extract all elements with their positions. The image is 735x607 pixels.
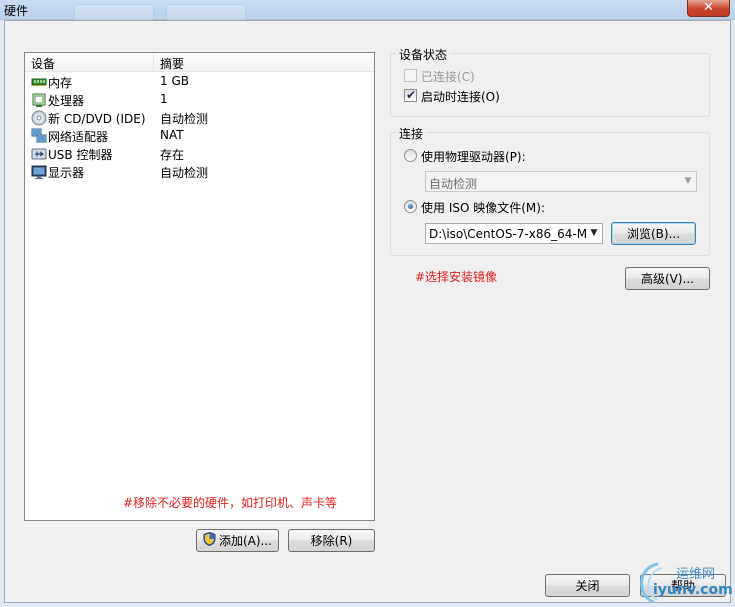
radio-selected-dot <box>408 204 413 209</box>
device-name: 显示器 <box>48 166 85 180</box>
device-list-header: 设备 摘要 <box>25 53 374 72</box>
uac-shield-icon <box>203 531 216 549</box>
title-bar: 硬件 ✕ <box>0 0 735 20</box>
device-name: 新 CD/DVD (IDE) <box>48 112 146 126</box>
device-summary: 1 GB <box>160 74 189 88</box>
background-tab <box>166 4 246 20</box>
device-row-memory[interactable]: 内存 1 GB <box>25 73 374 91</box>
physical-drive-value: 自动检测 <box>429 177 478 191</box>
connected-label: 已连接(C) <box>421 70 475 84</box>
column-divider[interactable] <box>153 53 154 72</box>
physical-drive-radio[interactable] <box>404 149 417 162</box>
device-name: 内存 <box>48 76 73 90</box>
device-list[interactable]: 设备 摘要 内存 1 GB 处理器 1 新 CD/DVD (IDE) 自动检测 … <box>24 52 375 521</box>
device-row-usb-controller[interactable]: USB 控制器 存在 <box>25 145 374 163</box>
add-hardware-button[interactable]: 添加(A)... <box>196 529 279 552</box>
checkmark-icon: ✔ <box>406 88 417 102</box>
add-hardware-label: 添加(A)... <box>218 534 273 548</box>
iso-image-label: 使用 ISO 映像文件(M): <box>421 201 545 215</box>
connection-title: 连接 <box>396 125 427 142</box>
column-header-device[interactable]: 设备 <box>31 55 55 72</box>
device-row-cd-dvd[interactable]: 新 CD/DVD (IDE) 自动检测 <box>25 109 374 127</box>
connect-at-power-on-checkbox[interactable]: ✔ <box>404 88 417 102</box>
window-close-button[interactable]: ✕ <box>687 0 730 17</box>
device-name: 处理器 <box>48 94 85 108</box>
site-watermark: 运维网 iyunv.com <box>636 560 733 604</box>
chevron-down-icon: ▼ <box>586 224 602 243</box>
watermark-line1: 运维网 <box>676 567 716 582</box>
device-status-title: 设备状态 <box>396 46 451 63</box>
remove-hardware-note: #移除不必要的硬件，如打印机、声卡等 <box>123 496 338 510</box>
physical-drive-label: 使用物理驱动器(P): <box>421 150 526 164</box>
cd-dvd-icon <box>31 110 47 126</box>
close-dialog-button[interactable]: 关闭 <box>545 574 630 597</box>
processor-icon <box>31 92 47 108</box>
device-name: USB 控制器 <box>48 148 113 162</box>
usb-icon <box>31 146 47 162</box>
remove-hardware-button[interactable]: 移除(R) <box>288 529 375 552</box>
device-summary: 1 <box>160 92 168 106</box>
connected-checkbox[interactable] <box>404 69 417 82</box>
iso-image-radio[interactable] <box>404 200 417 213</box>
device-name: 网络适配器 <box>48 130 109 144</box>
iso-path-value: D:\iso\CentOS-7-x86_64-Mir <box>429 227 596 241</box>
background-tab <box>74 4 154 20</box>
device-summary: 自动检测 <box>160 166 209 180</box>
network-adapter-icon <box>31 128 47 144</box>
device-summary: 自动检测 <box>160 112 209 126</box>
device-row-display[interactable]: 显示器 自动检测 <box>25 163 374 181</box>
chevron-down-icon: ▼ <box>680 172 696 191</box>
iso-path-select[interactable]: D:\iso\CentOS-7-x86_64-Mir ▼ <box>425 223 603 244</box>
memory-icon <box>31 74 47 90</box>
connect-at-power-on-label: 启动时连接(O) <box>421 90 500 104</box>
iso-note: #选择安装镜像 <box>415 270 498 284</box>
display-icon <box>31 164 47 180</box>
device-summary: 存在 <box>160 148 185 162</box>
advanced-button[interactable]: 高级(V)... <box>625 267 710 290</box>
device-summary: NAT <box>160 128 184 142</box>
browse-button[interactable]: 浏览(B)... <box>611 222 696 245</box>
device-row-processor[interactable]: 处理器 1 <box>25 91 374 109</box>
device-row-network-adapter[interactable]: 网络适配器 NAT <box>25 127 374 145</box>
physical-drive-select[interactable]: 自动检测 ▼ <box>425 171 697 192</box>
column-header-summary[interactable]: 摘要 <box>160 55 184 72</box>
watermark-line2: iyunv.com <box>653 582 733 598</box>
window-title: 硬件 <box>4 4 29 18</box>
